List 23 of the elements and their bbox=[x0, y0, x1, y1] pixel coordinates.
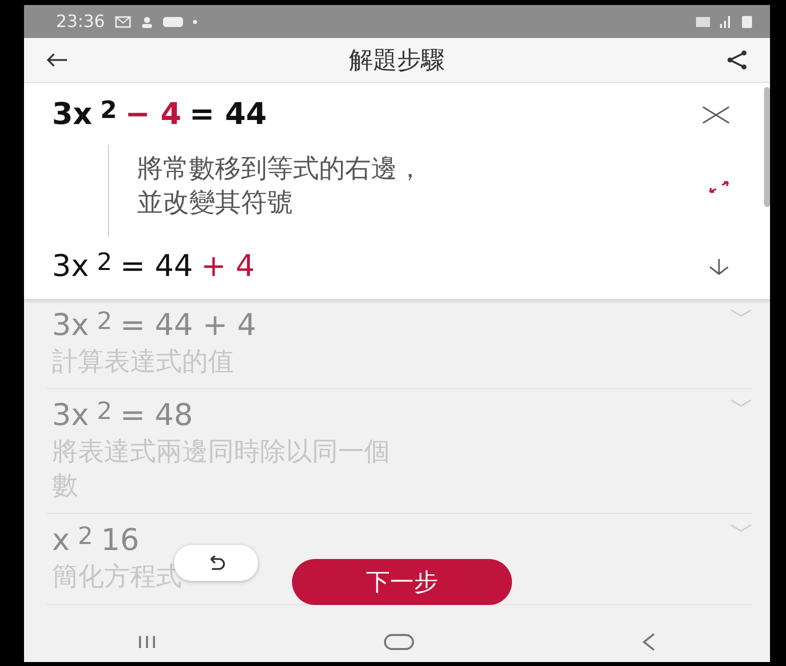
recent-apps-icon[interactable] bbox=[138, 635, 156, 649]
signal-icon bbox=[720, 16, 732, 28]
equation: 3x 2 = 44 + 4 bbox=[52, 308, 256, 344]
page-title: 解題步驟 bbox=[349, 45, 445, 76]
mail-icon bbox=[115, 16, 131, 28]
equation: x 2 16 bbox=[52, 522, 140, 559]
expand-icon[interactable] bbox=[708, 180, 730, 194]
equation: 3x 2 − 4 = 44 bbox=[52, 97, 267, 133]
close-icon[interactable] bbox=[702, 106, 730, 124]
equation: 3x 2 = 44 + 4 bbox=[52, 248, 255, 285]
next-step-button[interactable]: 下一步 bbox=[292, 559, 512, 605]
home-icon[interactable] bbox=[384, 634, 414, 650]
equation: 3x 2 = 48 bbox=[52, 398, 193, 434]
back-arrow-icon[interactable] bbox=[46, 52, 68, 68]
person-icon bbox=[141, 16, 153, 28]
dot-icon bbox=[193, 20, 197, 24]
back-icon[interactable] bbox=[642, 633, 656, 651]
down-arrow-icon[interactable] bbox=[708, 258, 730, 276]
video-icon bbox=[163, 16, 183, 28]
battery-icon bbox=[742, 16, 752, 28]
share-icon[interactable] bbox=[726, 50, 748, 70]
status-time: 23:36 bbox=[56, 12, 105, 32]
step-description: 將常數移到等式的右邊，並改變其符號 bbox=[137, 153, 424, 220]
